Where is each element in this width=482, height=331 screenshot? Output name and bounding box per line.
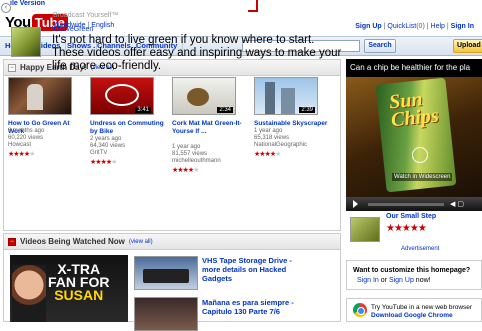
video-user[interactable]: GritTV <box>90 150 166 157</box>
language-link[interactable]: English <box>91 22 114 29</box>
advertisement-label: Advertisement <box>401 246 440 252</box>
featured-video-thumbnail[interactable]: X-TRA FAN FOR SUSAN <box>10 255 128 322</box>
customize-homepage-box: Want to customize this homepage? Sign In… <box>346 260 482 290</box>
video-thumbnail[interactable]: 2:39 <box>254 77 318 115</box>
volume-fullscreen-icons[interactable]: ◀▢ <box>450 200 466 208</box>
duration-badge: 3:41 <box>135 107 151 113</box>
video-user[interactable]: NationalGeographic <box>254 142 330 149</box>
video-age: 8 months ago <box>8 128 45 134</box>
person-image <box>12 265 46 322</box>
play-icon[interactable] <box>353 200 358 208</box>
rating-stars: ★★★★★ <box>8 151 35 158</box>
video-ad[interactable]: Can a chip be healthier for the pla Sun C… <box>346 59 482 211</box>
separator: | <box>383 23 386 30</box>
now-text: now! <box>415 277 431 284</box>
red-corner-mark <box>248 0 258 12</box>
video-views: 81,557 views <box>172 151 208 157</box>
or-text: or <box>380 277 387 284</box>
mobile-version-link[interactable]: ile Version <box>10 0 45 7</box>
separator: | <box>446 23 449 30</box>
rating-stars: ★★★★★ <box>172 167 199 174</box>
play-circle-icon[interactable] <box>412 147 428 163</box>
chrome-promo-line: Try YouTube in a new web browser <box>371 304 473 311</box>
advertiser-avatar[interactable] <box>350 217 380 242</box>
video-views: 60,220 views <box>8 135 44 141</box>
tagline-trademark: ™ <box>111 12 119 19</box>
separator: | <box>426 23 429 30</box>
video-thumbnail[interactable] <box>8 77 72 115</box>
tagline-text: Broadcast Yourself <box>53 12 112 19</box>
help-link[interactable]: Help <box>431 23 445 30</box>
advertiser-channel-link[interactable]: Our Small Step <box>386 213 436 220</box>
video-thumbnail[interactable] <box>134 297 198 331</box>
video-title-link[interactable]: Cork Mat Mat Green-It-Yourse lf ... <box>172 120 248 135</box>
watch-widescreen-label[interactable]: Watch in Widescreen <box>392 173 453 181</box>
caption-line-3: SUSAN <box>54 287 104 303</box>
video-title-link[interactable]: Undress on Commuting by Bike <box>90 120 166 135</box>
video-meta: 1 year ago 65,318 views NationalGeograph… <box>254 128 330 149</box>
sign-up-link[interactable]: Sign Up <box>389 277 414 284</box>
earth-day-description: It's not hard to live green if you know … <box>52 34 342 72</box>
video-meta: 1 year ago 81,557 views michelleouthmann <box>172 144 248 165</box>
video-thumbnail[interactable]: 2:34 <box>172 77 236 115</box>
duration-badge: 2:34 <box>217 107 233 113</box>
being-watched-header: − Videos Being Watched Now (view all) <box>4 234 340 250</box>
chrome-promo-box: Try YouTube in a new web browser Downloa… <box>346 298 482 322</box>
being-watched-title: Videos Being Watched Now <box>20 237 125 246</box>
video-meta: 8 months ago 60,220 views Howcast <box>8 128 84 149</box>
chrome-promo-text: Try YouTube in a new web browser Downloa… <box>371 304 472 320</box>
channel-avatar[interactable] <box>11 27 41 57</box>
video-title-link[interactable]: Sustainable Skyscraper <box>254 120 330 128</box>
video-meta: 2 years ago 64,340 views GritTV <box>90 136 166 157</box>
video-user[interactable]: michelleouthmann <box>172 158 248 165</box>
video-views: 65,318 views <box>254 135 290 141</box>
download-chrome-link[interactable]: Download Google Chrome <box>371 312 453 319</box>
video-views: 64,340 views <box>90 143 126 149</box>
video-user[interactable]: Howcast <box>8 142 84 149</box>
customize-actions: Sign In or Sign Up now! <box>357 277 431 284</box>
tagline: Broadcast Yourself™ <box>53 12 118 19</box>
search-button[interactable]: Search <box>364 39 396 53</box>
duration-badge: 2:39 <box>299 107 315 113</box>
video-thumbnail[interactable]: 3:41 <box>90 77 154 115</box>
rating-stars: ★★★★★ <box>254 151 281 158</box>
being-watched-view-all[interactable]: (view all) <box>129 239 153 245</box>
channel-link[interactable]: YTLiveGreen <box>52 26 93 33</box>
chrome-logo-icon <box>353 303 367 317</box>
ad-player-controls: ◀▢ <box>346 197 482 211</box>
quicklist-link[interactable]: QuickList <box>387 23 416 30</box>
sign-in-link[interactable]: Sign In <box>357 277 379 284</box>
upload-button[interactable]: Upload <box>453 39 482 53</box>
sign-up-link[interactable]: Sign Up <box>355 23 381 30</box>
progress-bar[interactable] <box>368 202 444 206</box>
rating-stars: ★★★★★ <box>90 159 117 166</box>
video-age: 2 years ago <box>90 136 122 142</box>
customize-question: Want to customize this homepage? <box>353 267 471 274</box>
video-age: 1 year ago <box>172 144 201 150</box>
advertiser-rating-stars: ★★★★★ <box>386 223 427 234</box>
quicklist-count: (0) <box>416 23 425 30</box>
collapse-icon[interactable]: − <box>8 237 16 246</box>
video-title-link[interactable]: Mañana es para siempre - Capitulo 130 Pa… <box>202 298 312 316</box>
ad-video-frame[interactable]: Sun Chips Watch in Widescreen <box>346 77 482 197</box>
video-age: 1 year ago <box>254 128 283 134</box>
ad-headline: Can a chip be healthier for the pla <box>350 63 471 72</box>
user-links: Sign Up | QuickList(0) | Help | Sign In <box>355 23 474 30</box>
thumbnail-caption: X-TRA FAN FOR SUSAN <box>48 262 109 303</box>
video-title-link[interactable]: VHS Tape Storage Drive - more details on… <box>202 256 312 283</box>
sign-in-link[interactable]: Sign In <box>451 23 474 30</box>
brand-logo-text: Sun Chips <box>388 88 440 131</box>
video-thumbnail[interactable] <box>134 256 198 290</box>
collapse-icon[interactable]: − <box>8 63 16 72</box>
